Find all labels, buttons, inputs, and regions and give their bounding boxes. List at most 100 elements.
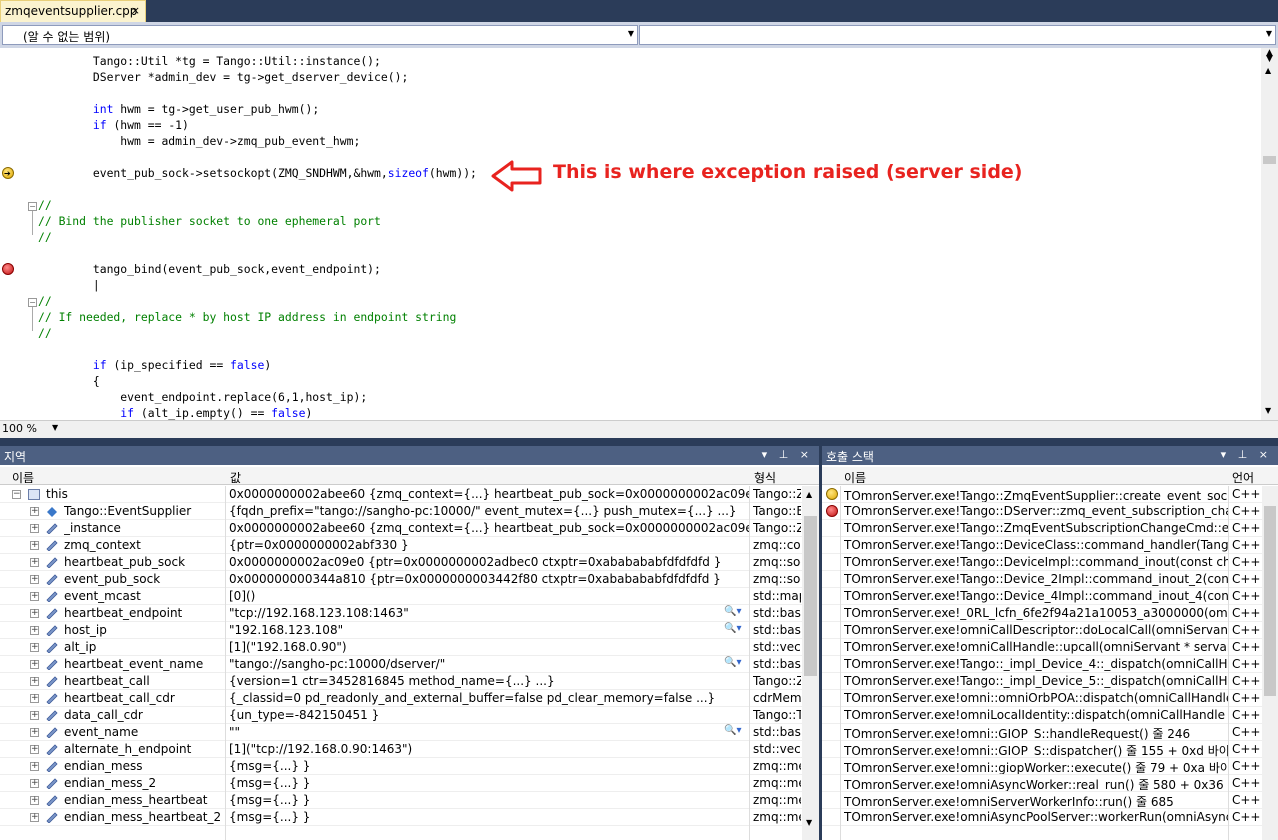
code-line[interactable]: |	[38, 277, 477, 293]
code-text[interactable]: Tango::Util *tg = Tango::Util::instance(…	[38, 53, 477, 421]
code-line[interactable]: // Bind the publisher socket to one ephe…	[38, 213, 477, 229]
variable-value[interactable]: "tango://sangho-pc:10000/dserver/"	[229, 657, 721, 671]
tab-zmqeventsupplier[interactable]: zmqeventsupplier.cpp ×	[0, 0, 146, 22]
callstack-frame[interactable]: TOmronServer.exe!omni::GIOP_S::dispatche…	[822, 741, 1262, 758]
code-line[interactable]: if (alt_ip.empty() == false)	[38, 405, 477, 421]
variable-value[interactable]: {msg={...} }	[229, 759, 749, 773]
variable-value[interactable]: {fqdn_prefix="tango://sangho-pc:10000/" …	[229, 504, 749, 518]
expand-icon[interactable]: +	[30, 711, 39, 720]
scrollbar-thumb[interactable]	[1263, 156, 1276, 164]
fold-toggle-icon[interactable]: −	[28, 298, 37, 307]
scrollbar-thumb[interactable]	[804, 516, 817, 676]
text-visualizer-icon[interactable]: 🔍▾	[724, 657, 741, 668]
expand-icon[interactable]: +	[30, 575, 39, 584]
code-line[interactable]: event_pub_sock->setsockopt(ZMQ_SNDHWM,&h…	[38, 165, 477, 181]
scroll-down-icon[interactable]: ▼	[1265, 406, 1271, 415]
locals-row[interactable]: + heartbeat_call {version=1 ctr=3452816845…	[0, 673, 802, 690]
callstack-frame[interactable]: TOmronServer.exe!omniServerWorkerInfo::r…	[822, 792, 1262, 809]
locals-row[interactable]: + alt_ip [1]("192.168.0.90") std::vect	[0, 639, 802, 656]
column-language-header[interactable]: 언어	[1232, 469, 1254, 486]
code-line[interactable]	[38, 181, 477, 197]
window-controls[interactable]: ▾ ⊥ ×	[762, 448, 813, 461]
variable-value[interactable]: [1]("tcp://192.168.0.90:1463")	[229, 742, 749, 756]
member-dropdown[interactable]: ▼	[639, 25, 1276, 45]
code-line[interactable]: //	[38, 229, 477, 245]
expand-icon[interactable]: +	[30, 728, 39, 737]
expand-icon[interactable]: +	[30, 643, 39, 652]
variable-value[interactable]: {un_type=-842150451 }	[229, 708, 749, 722]
locals-row[interactable]: + heartbeat_call_cdr {_classid=0 pd_readon…	[0, 690, 802, 707]
expand-icon[interactable]: +	[30, 813, 39, 822]
fold-toggle-icon[interactable]: −	[28, 202, 37, 211]
variable-value[interactable]: {ptr=0x0000000002abf330 }	[229, 538, 749, 552]
callstack-vertical-scrollbar[interactable]	[1262, 486, 1278, 840]
variable-value[interactable]: ""	[229, 725, 721, 739]
scroll-up-icon[interactable]: ▲	[806, 490, 812, 499]
column-type-header[interactable]: 형식	[754, 469, 776, 486]
code-line[interactable]: // If needed, replace * by host IP addre…	[38, 309, 477, 325]
expand-icon[interactable]: +	[30, 677, 39, 686]
callstack-frame[interactable]: TOmronServer.exe!Tango::Device_4Impl::co…	[822, 588, 1262, 605]
breakpoint-gutter[interactable]	[0, 48, 17, 420]
window-controls[interactable]: ▾ ⊥ ×	[1221, 448, 1272, 461]
collapse-icon[interactable]: −	[12, 490, 21, 499]
expand-icon[interactable]: +	[30, 626, 39, 635]
variable-value[interactable]: {version=1 ctr=3452816845 method_name={.…	[229, 674, 749, 688]
column-name-header[interactable]: 이름	[12, 469, 34, 486]
variable-value[interactable]: 0x0000000002abee60 {zmq_context={...} he…	[229, 521, 749, 535]
variable-value[interactable]: [1]("192.168.0.90")	[229, 640, 749, 654]
code-line[interactable]: {	[38, 373, 477, 389]
callstack-frame[interactable]: TOmronServer.exe!_0RL_lcfn_6fe2f94a21a10…	[822, 605, 1262, 622]
variable-value[interactable]: "192.168.123.108"	[229, 623, 721, 637]
callstack-frame[interactable]: TOmronServer.exe!omni::giopWorker::execu…	[822, 758, 1262, 775]
code-line[interactable]: if (ip_specified == false)	[38, 357, 477, 373]
scrollbar-thumb[interactable]	[1264, 506, 1276, 696]
callstack-frame[interactable]: TOmronServer.exe!Tango::DeviceClass::com…	[822, 537, 1262, 554]
code-line[interactable]: tango_bind(event_pub_sock,event_endpoint…	[38, 261, 477, 277]
locals-row[interactable]: + _instance 0x0000000002abee60 {zmq_contex…	[0, 520, 802, 537]
editor-horizontal-scrollbar[interactable]	[68, 423, 1258, 437]
variable-value[interactable]: {msg={...} }	[229, 810, 749, 824]
callstack-frame[interactable]: TOmronServer.exe!omniLocalIdentity::disp…	[822, 707, 1262, 724]
callstack-frame[interactable]: TOmronServer.exe!omniCallHandle::upcall(…	[822, 639, 1262, 656]
code-line[interactable]	[38, 245, 477, 261]
locals-row[interactable]: + Tango::EventSupplier {fqdn_prefix="tango…	[0, 503, 802, 520]
locals-row[interactable]: + alternate_h_endpoint [1]("tcp://192.168.…	[0, 741, 802, 758]
callstack-frame[interactable]: TOmronServer.exe!omniAsyncPoolServer::wo…	[822, 809, 1262, 826]
callstack-frame[interactable]: TOmronServer.exe!Tango::DServer::zmq_eve…	[822, 503, 1262, 520]
code-line[interactable]: DServer *admin_dev = tg->get_dserver_dev…	[38, 69, 477, 85]
breakpoint-icon[interactable]	[2, 263, 14, 275]
locals-row[interactable]: + endian_mess_heartbeat_2 {msg={...} } zmq:…	[0, 809, 802, 826]
callstack-frame[interactable]: TOmronServer.exe!Tango::Device_2Impl::co…	[822, 571, 1262, 588]
code-line[interactable]: event_endpoint.replace(6,1,host_ip);	[38, 389, 477, 405]
locals-row[interactable]: + zmq_context {ptr=0x0000000002abf330 } zmq…	[0, 537, 802, 554]
expand-icon[interactable]: +	[30, 507, 39, 516]
variable-value[interactable]: [0]()	[229, 589, 749, 603]
locals-row[interactable]: + event_name "" 🔍▾ std::basi	[0, 724, 802, 741]
expand-icon[interactable]: +	[30, 524, 39, 533]
scroll-down-icon[interactable]: ▼	[806, 818, 812, 827]
expand-icon[interactable]: +	[30, 779, 39, 788]
locals-row[interactable]: + heartbeat_endpoint "tcp://192.168.123.10…	[0, 605, 802, 622]
variable-value[interactable]: 0x0000000002abee60 {zmq_context={...} he…	[229, 487, 749, 501]
expand-icon[interactable]: +	[30, 694, 39, 703]
callstack-frame[interactable]: TOmronServer.exe!omni::GIOP_S::handleReq…	[822, 724, 1262, 741]
variable-value[interactable]: {msg={...} }	[229, 776, 749, 790]
locals-row[interactable]: + event_mcast [0]() std::map	[0, 588, 802, 605]
code-line[interactable]	[38, 149, 477, 165]
callstack-frame[interactable]: TOmronServer.exe!omniAsyncWorker::real_r…	[822, 775, 1262, 792]
variable-value[interactable]: 0x0000000002ac09e0 {ptr=0x0000000002adbe…	[229, 555, 749, 569]
code-line[interactable]: hwm = admin_dev->zmq_pub_event_hwm;	[38, 133, 477, 149]
expand-icon[interactable]: +	[30, 745, 39, 754]
code-line[interactable]: //	[38, 197, 477, 213]
variable-value[interactable]: {msg={...} }	[229, 793, 749, 807]
text-visualizer-icon[interactable]: 🔍▾	[724, 623, 741, 634]
code-line[interactable]: int hwm = tg->get_user_pub_hwm();	[38, 101, 477, 117]
locals-row[interactable]: + host_ip "192.168.123.108" 🔍▾ std::basi	[0, 622, 802, 639]
code-editor[interactable]: ➔ − − Tango::Util *tg = Tango::Util::ins…	[0, 48, 1278, 420]
split-icon[interactable]: ▲ ▼	[1263, 49, 1276, 64]
text-visualizer-icon[interactable]: 🔍▾	[724, 725, 741, 736]
editor-vertical-scrollbar[interactable]: ▲ ▼ ▲ ▼	[1261, 48, 1278, 420]
locals-row[interactable]: + heartbeat_event_name "tango://sangho-pc:…	[0, 656, 802, 673]
callstack-frame[interactable]: TOmronServer.exe!omni::omniOrbPOA::dispa…	[822, 690, 1262, 707]
